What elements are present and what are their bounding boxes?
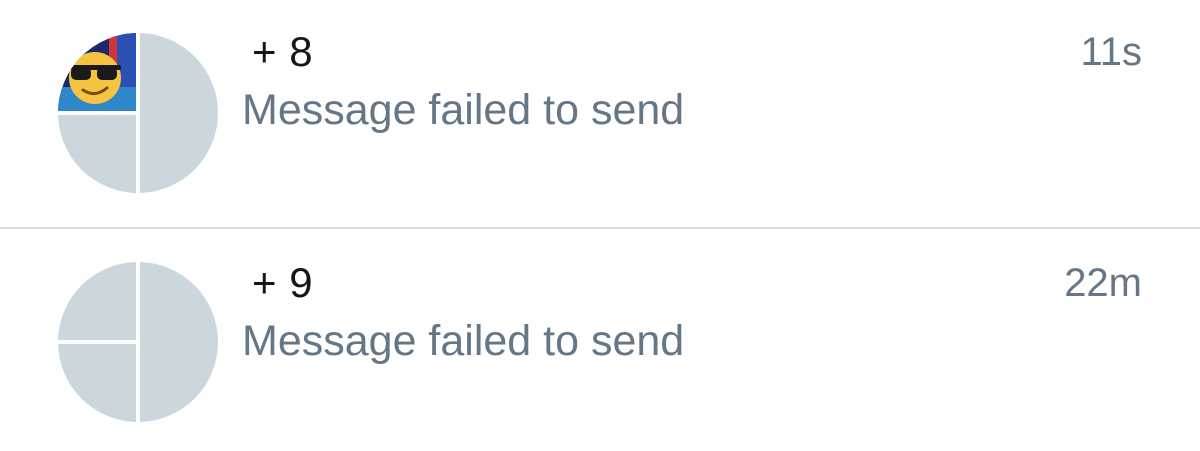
conversation-row[interactable]: + 8 Message failed to send 11s (0, 0, 1200, 228)
group-avatar (57, 261, 219, 423)
group-avatar-graphic (58, 33, 218, 193)
message-preview: Message failed to send (242, 86, 685, 134)
group-avatar (57, 32, 219, 194)
group-avatar-graphic (58, 262, 218, 422)
conversation-title: + 8 (252, 28, 314, 75)
timestamp: 22m (1064, 261, 1142, 305)
conversation-row[interactable]: + 9 Message failed to send 22m (0, 229, 1200, 451)
member-photo (58, 33, 136, 111)
timestamp: 11s (1080, 30, 1142, 74)
message-preview: Message failed to send (242, 317, 685, 365)
sunglasses-emoji-icon (69, 52, 121, 104)
conversation-title: + 9 (252, 259, 314, 306)
